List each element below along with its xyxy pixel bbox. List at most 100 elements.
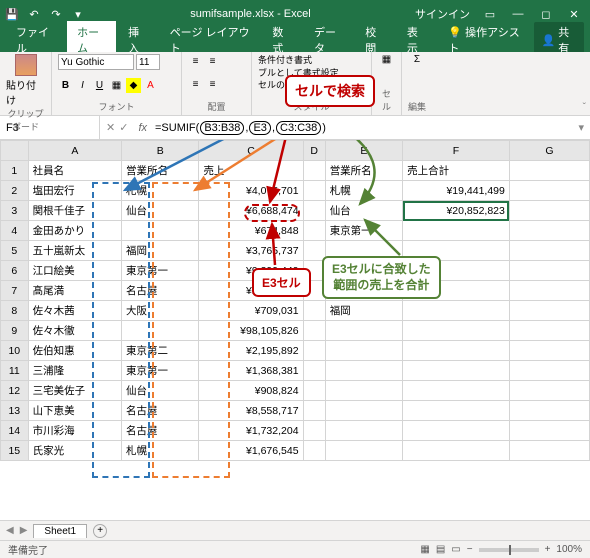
format-table-button[interactable]: ブルとして書式設定 [258,67,365,80]
align-top-icon[interactable]: ≡ [188,54,203,69]
cell[interactable]: 三浦隆 [28,361,121,381]
cell[interactable]: 札幌 [122,441,199,461]
cell[interactable]: ¥98,105,826 [199,321,303,341]
underline-button[interactable]: U [92,78,107,93]
cell[interactable]: 売上 [199,161,303,181]
view-normal-icon[interactable]: ▦ [420,544,429,555]
cell[interactable]: 塩田宏行 [28,181,121,201]
cell[interactable] [509,341,589,361]
cell[interactable]: 五十嵐新太 [28,241,121,261]
cell[interactable] [122,321,199,341]
row-header[interactable]: 11 [1,361,29,381]
cell[interactable]: 東京第一 [122,261,199,281]
cell[interactable]: ¥6,688,474 [199,201,303,221]
cell[interactable] [509,421,589,441]
cell[interactable]: ¥2,195,892 [199,341,303,361]
fill-color-button[interactable]: ◆ [126,78,141,93]
cell[interactable] [403,281,510,301]
cell[interactable] [325,441,402,461]
cell[interactable]: 営業所名 [122,161,199,181]
cell[interactable]: 仙台 [325,201,402,221]
col-header-G[interactable]: G [509,141,589,161]
cell[interactable]: 金田あかり [28,221,121,241]
cell[interactable]: ¥709,031 [199,301,303,321]
cond-format-button[interactable]: 条件付き書式 [258,54,365,67]
row-header[interactable]: 2 [1,181,29,201]
cancel-formula-icon[interactable]: ✕ [106,121,115,134]
cell[interactable] [509,301,589,321]
zoom-slider[interactable] [479,548,539,552]
cell[interactable] [303,221,325,241]
cell[interactable] [325,261,402,281]
redo-icon[interactable]: ↷ [48,6,64,22]
cell[interactable] [509,261,589,281]
cell[interactable] [303,401,325,421]
undo-icon[interactable]: ↶ [26,6,42,22]
cell[interactable]: 氏家光 [28,441,121,461]
cell[interactable] [403,321,510,341]
qat-more-icon[interactable]: ▾ [70,6,86,22]
cell[interactable] [303,381,325,401]
italic-button[interactable]: I [75,78,90,93]
col-header-C[interactable]: C [199,141,303,161]
view-break-icon[interactable]: ▭ [451,544,460,555]
col-header-F[interactable]: F [403,141,510,161]
row-header[interactable]: 9 [1,321,29,341]
cell[interactable] [325,421,402,441]
cell[interactable]: ¥9,399,449 [199,261,303,281]
cell[interactable]: 東京第一 [325,221,402,241]
cell[interactable] [509,441,589,461]
cell[interactable] [403,381,510,401]
cell[interactable]: 社員名 [28,161,121,181]
cell[interactable] [403,341,510,361]
cell[interactable] [403,421,510,441]
cell[interactable] [403,241,510,261]
cell[interactable] [303,161,325,181]
cell[interactable] [509,281,589,301]
cell[interactable]: ¥20,852,823 [403,201,510,221]
enter-formula-icon[interactable]: ✓ [119,121,128,134]
cell[interactable] [509,321,589,341]
maximize-icon[interactable]: ◻ [534,4,558,24]
cell[interactable] [122,221,199,241]
cell[interactable]: 大阪 [122,301,199,321]
cell[interactable] [325,321,402,341]
cell[interactable] [509,381,589,401]
close-icon[interactable]: ✕ [562,4,586,24]
cell[interactable] [303,201,325,221]
cell[interactable]: ¥2,745,028 [199,281,303,301]
collapse-ribbon-icon[interactable]: ˇ [583,102,586,113]
align-left-icon[interactable]: ≡ [188,77,203,92]
cell[interactable] [325,401,402,421]
add-sheet-button[interactable]: + [93,524,107,538]
view-page-icon[interactable]: ▤ [436,544,445,555]
zoom-level[interactable]: 100% [556,544,582,555]
cell[interactable] [303,261,325,281]
row-header[interactable]: 12 [1,381,29,401]
cell[interactable]: 札幌 [325,181,402,201]
zoom-out-icon[interactable]: − [467,544,473,555]
paste-button[interactable]: 貼り付け [6,54,45,107]
cell[interactable] [403,361,510,381]
row-header[interactable]: 6 [1,261,29,281]
cell[interactable] [509,241,589,261]
cell-styles-button[interactable]: セルのスタイル [258,79,365,92]
cell[interactable] [403,221,510,241]
cell[interactable] [509,201,589,221]
cell[interactable]: 江口絵美 [28,261,121,281]
cell[interactable]: ¥1,732,204 [199,421,303,441]
cell[interactable]: 札幌 [122,181,199,201]
cell[interactable]: 三宅美佐子 [28,381,121,401]
row-header[interactable]: 10 [1,341,29,361]
cell[interactable] [403,441,510,461]
cell[interactable] [509,161,589,181]
cell[interactable] [403,401,510,421]
cell[interactable] [303,281,325,301]
cell[interactable] [303,341,325,361]
cell[interactable]: 市川彩海 [28,421,121,441]
cell[interactable]: ¥674,848 [199,221,303,241]
formula-input[interactable]: =SUMIF(B3:B38,E3,C3:C38) [151,121,572,135]
cell[interactable] [303,301,325,321]
cell[interactable]: 仙台 [122,201,199,221]
row-header[interactable]: 5 [1,241,29,261]
